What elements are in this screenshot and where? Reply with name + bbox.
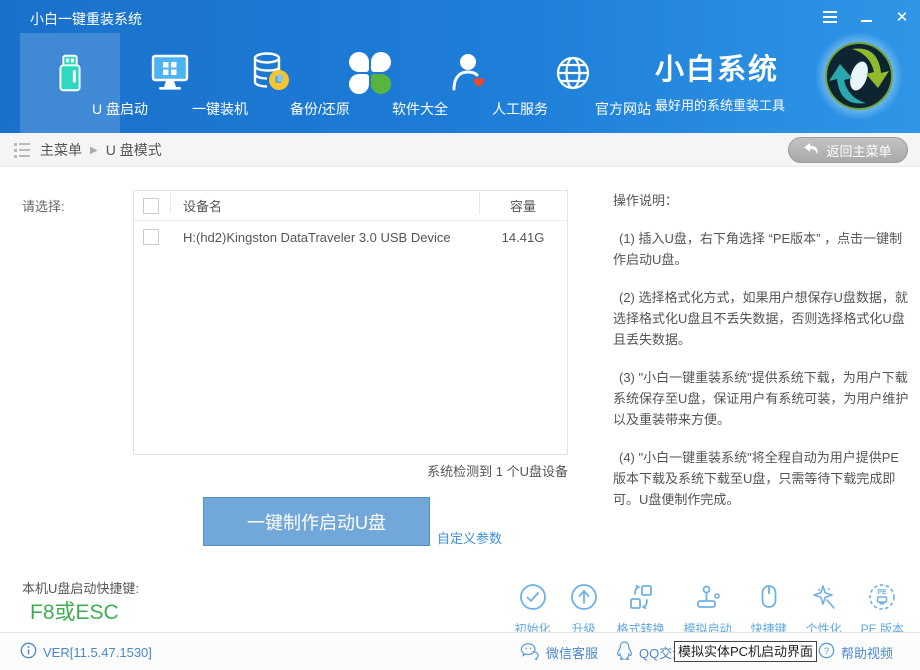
wechat-support-link[interactable]: 微信客服 xyxy=(520,633,598,670)
select-all-checkbox[interactable] xyxy=(143,198,159,214)
nav-item-one-key-install[interactable]: 一键装机 xyxy=(120,33,220,133)
usb-drive-icon xyxy=(20,47,120,99)
minimize-button[interactable] xyxy=(856,7,876,27)
brand-title: 小白系统 xyxy=(655,46,815,88)
select-label: 请选择: xyxy=(22,196,65,215)
svg-text:PE: PE xyxy=(878,589,888,596)
tool-initialize[interactable]: 初始化 xyxy=(515,583,551,637)
globe-icon xyxy=(523,47,623,99)
capacity-cell: 14.41G xyxy=(479,230,567,245)
tool-hotkeys[interactable]: 快捷键 xyxy=(751,583,787,637)
tools-row: 初始化 升级 格式转换 xyxy=(515,583,904,637)
tool-pe-version[interactable]: PE PE 版本 xyxy=(861,583,904,637)
breadcrumb: 主菜单 ▶ U 盘模式 xyxy=(14,133,162,167)
back-button-label: 返回主菜单 xyxy=(826,141,891,160)
tool-simulate-boot[interactable]: 模拟启动 xyxy=(684,583,732,637)
make-boot-usb-button[interactable]: 一键制作启动U盘 xyxy=(203,497,430,546)
device-table: 设备名 容量 H:(hd2)Kingston DataTraveler 3.0 … xyxy=(133,190,568,455)
column-capacity: 容量 xyxy=(479,196,567,215)
monitor-windows-icon xyxy=(120,47,220,99)
mouse-icon xyxy=(755,583,783,616)
table-header: 设备名 容量 xyxy=(134,191,567,221)
brand-block: 小白系统 最好用的系统重装工具 xyxy=(655,46,815,114)
header: 小白一键重装系统 ✕ xyxy=(0,0,920,133)
window-controls: ✕ xyxy=(820,0,912,33)
custom-params-link[interactable]: 自定义参数 xyxy=(437,528,502,547)
row-checkbox[interactable] xyxy=(143,229,159,245)
instructions-title: 操作说明： xyxy=(613,190,909,211)
back-to-main-menu-button[interactable]: 返回主菜单 xyxy=(788,137,908,163)
back-arrow-icon xyxy=(804,143,819,158)
database-backup-icon xyxy=(220,47,320,99)
table-row[interactable]: H:(hd2)Kingston DataTraveler 3.0 USB Dev… xyxy=(134,221,567,253)
hotkey-value: F8或ESC xyxy=(30,596,119,626)
upgrade-arrow-icon xyxy=(570,583,598,616)
sparkle-icon xyxy=(810,583,838,616)
device-name-cell: H:(hd2)Kingston DataTraveler 3.0 USB Dev… xyxy=(159,230,479,245)
help-video-link[interactable]: ? 帮助视频 xyxy=(818,633,893,670)
init-check-icon xyxy=(519,583,547,616)
joystick-icon xyxy=(694,583,722,616)
column-device-name: 设备名 xyxy=(159,196,479,215)
tool-personalize[interactable]: 个性化 xyxy=(806,583,842,637)
detect-status-text: 系统检测到 1 个U盘设备 xyxy=(133,461,568,480)
info-icon xyxy=(20,642,37,662)
instruction-step: (4) "小白一键重装系统"将全程自动为用户提供PE版本下载及系统下载至U盘，只… xyxy=(613,447,909,510)
nav-item-human-service[interactable]: 人工服务 xyxy=(420,33,520,133)
instruction-step: (1) 插入U盘，右下角选择 “PE版本” ，点击一键制作启动U盘。 xyxy=(613,228,909,270)
nav-item-official-site[interactable]: 官方网站 xyxy=(523,33,623,133)
nav-item-backup-restore[interactable]: 备份/还原 xyxy=(220,33,320,133)
help-label: 帮助视频 xyxy=(841,643,893,662)
minimize-icon xyxy=(861,20,872,22)
brand-subtitle: 最好用的系统重装工具 xyxy=(655,95,815,114)
breadcrumb-current: U 盘模式 xyxy=(106,140,162,160)
breadcrumb-root[interactable]: 主菜单 xyxy=(40,140,82,160)
list-icon xyxy=(14,143,30,158)
instruction-step: (3) "小白一键重装系统"提供系统下载，为用户下载系统保存至U盘，保证用户有系… xyxy=(613,367,909,430)
format-convert-icon xyxy=(627,583,655,616)
app-title: 小白一键重装系统 xyxy=(30,9,142,29)
person-heart-icon xyxy=(420,47,520,99)
svg-text:?: ? xyxy=(824,646,829,657)
instructions-panel: 操作说明： (1) 插入U盘，右下角选择 “PE版本” ，点击一键制作启动U盘。… xyxy=(613,190,909,527)
titlebar: 小白一键重装系统 ✕ xyxy=(0,0,920,33)
tool-format-convert[interactable]: 格式转换 xyxy=(617,583,665,637)
hamburger-icon xyxy=(823,11,837,23)
breadcrumb-bar: 主菜单 ▶ U 盘模式 返回主菜单 xyxy=(0,133,920,167)
clover-apps-icon xyxy=(320,47,420,99)
app-window: 小白一键重装系统 ✕ xyxy=(0,0,920,670)
hotkey-label: 本机U盘启动快捷键: xyxy=(22,578,139,597)
tooltip: 模拟实体PC机启动界面 xyxy=(674,641,817,662)
menu-icon[interactable] xyxy=(820,7,840,27)
nav-item-software-collection[interactable]: 软件大全 xyxy=(320,33,420,133)
pe-version-icon: PE xyxy=(868,583,896,616)
wechat-label: 微信客服 xyxy=(546,643,598,662)
recycle-arrows-logo-icon xyxy=(814,31,904,121)
close-button[interactable]: ✕ xyxy=(892,7,912,27)
tool-upgrade[interactable]: 升级 xyxy=(570,583,598,637)
nav-item-usb-boot[interactable]: U 盘启动 xyxy=(20,33,120,133)
question-icon: ? xyxy=(818,642,835,662)
qq-penguin-icon xyxy=(616,641,633,663)
chevron-right-icon: ▶ xyxy=(90,145,98,156)
version-info: VER[11.5.47.1530] xyxy=(20,633,152,670)
wechat-icon xyxy=(520,642,540,663)
version-text: VER[11.5.47.1530] xyxy=(43,645,152,660)
instruction-step: (2) 选择格式化方式，如果用户想保存U盘数据，就选择格式化U盘且不丢失数据，否… xyxy=(613,287,909,350)
